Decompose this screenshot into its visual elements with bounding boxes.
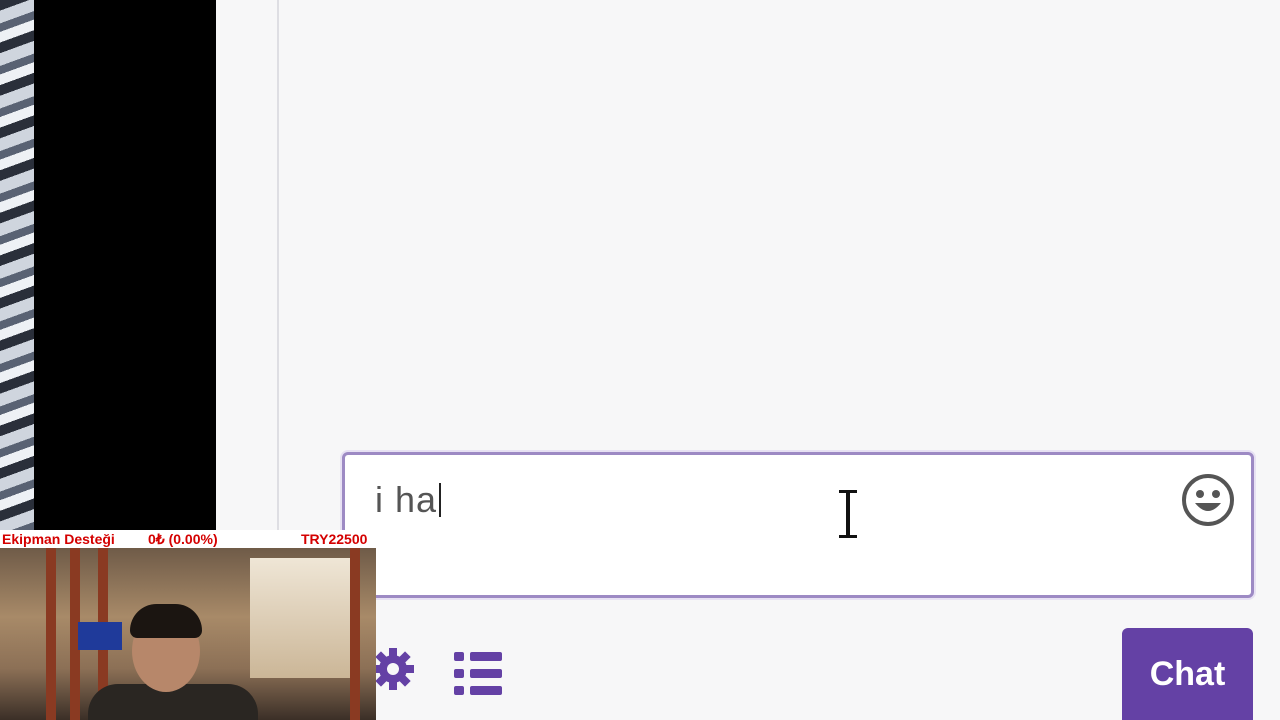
stream-overlay: Ekipman Desteği 0₺ (0.00%) TRY22500 (0, 530, 376, 720)
text-cursor-icon (839, 490, 857, 538)
list-icon[interactable] (452, 648, 504, 700)
room-pillar (350, 548, 360, 720)
room-tv (78, 622, 122, 650)
gear-icon[interactable] (372, 648, 414, 690)
chat-panel (279, 0, 1280, 720)
goal-target: TRY22500 (301, 531, 368, 547)
emoji-smile-icon[interactable] (1181, 473, 1235, 527)
chat-input-box[interactable]: i ha (342, 452, 1254, 598)
stream-video (34, 0, 216, 530)
chat-send-button[interactable]: Chat (1122, 628, 1253, 720)
chat-input-field[interactable]: i ha (375, 479, 442, 521)
goal-title: Ekipman Desteği (2, 531, 115, 547)
streamer-hair (130, 604, 202, 638)
donation-goal-bar: Ekipman Desteği 0₺ (0.00%) TRY22500 (0, 530, 376, 548)
stream-video-edge (0, 0, 34, 530)
room-pillar (46, 548, 56, 720)
chat-input-value: i ha (375, 479, 438, 520)
goal-progress: 0₺ (0.00%) (148, 531, 218, 547)
text-caret (439, 483, 442, 517)
webcam-feed (0, 548, 376, 720)
room-window (250, 558, 360, 678)
